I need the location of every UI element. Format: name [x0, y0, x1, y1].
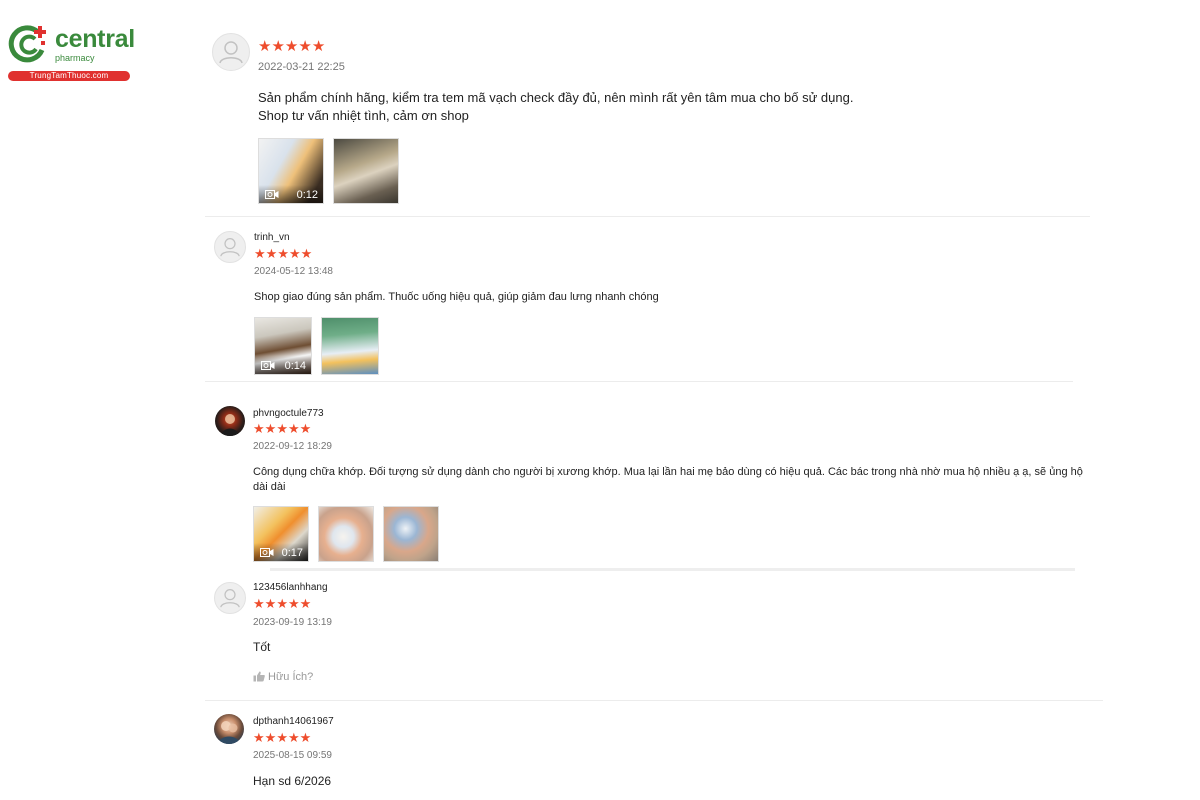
avatar[interactable] [214, 582, 246, 614]
logo-wordmark: central [55, 25, 135, 53]
reviewer-name[interactable]: phvngoctule773 [253, 408, 324, 419]
video-duration: 0:12 [296, 189, 318, 201]
avatar[interactable] [215, 406, 245, 436]
review-video-thumbnail[interactable]: 0:12 [258, 138, 324, 204]
review-content-line: Shop giao đúng sản phẩm. Thuốc uống hiệu… [254, 291, 659, 303]
star-icon: ★ [264, 421, 277, 436]
helpful-button[interactable]: Hữu Ích? [253, 671, 313, 683]
video-overlay: 0:12 [259, 185, 323, 203]
star-icon: ★ [299, 596, 312, 611]
star-rating: ★★★★★ [253, 730, 311, 745]
star-icon: ★ [254, 246, 266, 261]
star-icon: ★ [277, 246, 289, 261]
logo-site-badge: TrungTamThuoc.com [8, 71, 130, 81]
star-icon: ★ [253, 730, 265, 745]
logo-subtitle: pharmacy [55, 53, 95, 63]
review-divider [270, 568, 1075, 571]
star-icon: ★ [265, 246, 278, 261]
star-icon: ★ [276, 730, 288, 745]
star-icon: ★ [300, 246, 313, 261]
video-duration: 0:17 [281, 547, 303, 559]
review-divider [205, 700, 1103, 701]
default-user-icon [219, 41, 243, 64]
helpful-label: Hữu Ích? [268, 671, 314, 683]
star-icon: ★ [264, 730, 277, 745]
review-content-line: Tốt [253, 640, 271, 654]
star-icon: ★ [287, 730, 300, 745]
review-content: Công dụng chữa khớp. Đối tượng sử dụng d… [253, 465, 1083, 495]
avatar[interactable] [214, 231, 246, 263]
review-content: Hạn sd 6/2026 [253, 774, 331, 789]
star-icon: ★ [298, 38, 312, 55]
review-image-thumbnail[interactable] [321, 317, 379, 375]
video-overlay: 0:14 [255, 356, 311, 374]
default-user-icon [220, 589, 240, 608]
star-rating: ★★★★★ [254, 246, 312, 261]
avatar[interactable] [214, 714, 244, 744]
star-icon: ★ [264, 596, 277, 611]
review-content-line: Shop tư vấn nhiệt tình, cảm ơn shop [258, 108, 469, 123]
video-duration: 0:14 [284, 360, 306, 372]
review-content-line: Sản phẩm chính hãng, kiểm tra tem mã vạc… [258, 90, 854, 105]
review-content: Sản phẩm chính hãng, kiểm tra tem mã vạc… [258, 89, 853, 125]
star-icon: ★ [299, 730, 312, 745]
review-media: 0:12 [258, 138, 408, 204]
review-content-line: Công dụng chữa khớp. Đối tượng sử dụng d… [253, 466, 1083, 478]
star-icon: ★ [284, 38, 299, 55]
reviewer-name[interactable]: 123456lanhhang [253, 582, 328, 593]
review-date: 2022-09-12 18:29 [253, 441, 332, 452]
reviewer-name[interactable]: trinh_vn [254, 232, 290, 243]
review-image-thumbnail[interactable] [383, 506, 439, 562]
user-photo-icon [221, 414, 239, 436]
review-video-thumbnail[interactable]: 0:14 [254, 317, 312, 375]
star-rating: ★★★★★ [258, 38, 325, 55]
review-content: Tốt [253, 640, 270, 655]
thumbs-up-icon [253, 671, 265, 682]
star-icon: ★ [276, 596, 288, 611]
review-divider [205, 381, 1073, 382]
review-image-thumbnail[interactable] [318, 506, 374, 562]
review-video-thumbnail[interactable]: 0:17 [253, 506, 309, 562]
star-icon: ★ [311, 38, 326, 55]
review-date: 2023-09-19 13:19 [253, 617, 332, 628]
star-icon: ★ [253, 596, 265, 611]
review-media: 0:17 [253, 506, 448, 562]
star-icon: ★ [288, 246, 301, 261]
review-content: Shop giao đúng sản phẩm. Thuốc uống hiệu… [254, 290, 659, 305]
star-icon: ★ [287, 596, 300, 611]
pharmacy-cross-logo-icon [8, 25, 46, 63]
star-icon: ★ [258, 38, 272, 55]
video-camera-icon [261, 361, 275, 370]
star-icon: ★ [271, 38, 285, 55]
central-pharmacy-logo[interactable]: central pharmacy TrungTamThuoc.com [6, 22, 135, 82]
review-content-line: dài dài [253, 481, 286, 493]
star-icon: ★ [253, 421, 265, 436]
review-media: 0:14 [254, 317, 388, 375]
video-camera-icon [265, 190, 279, 199]
star-rating: ★★★★★ [253, 421, 311, 436]
default-user-icon [220, 238, 240, 257]
video-camera-icon [260, 548, 274, 557]
star-icon: ★ [276, 421, 288, 436]
star-icon: ★ [299, 421, 312, 436]
user-photo-icon [218, 721, 240, 744]
review-date: 2024-05-12 13:48 [254, 266, 333, 277]
review-content-line: Hạn sd 6/2026 [253, 774, 332, 788]
avatar[interactable] [212, 33, 250, 71]
review-date: 2022-03-21 22:25 [258, 61, 345, 73]
star-icon: ★ [287, 421, 300, 436]
review-image-thumbnail[interactable] [333, 138, 399, 204]
review-divider [205, 216, 1090, 217]
review-date: 2025-08-15 09:59 [253, 750, 332, 761]
star-rating: ★★★★★ [253, 596, 311, 611]
video-overlay: 0:17 [254, 543, 308, 561]
reviewer-name[interactable]: dpthanh14061967 [253, 716, 334, 727]
